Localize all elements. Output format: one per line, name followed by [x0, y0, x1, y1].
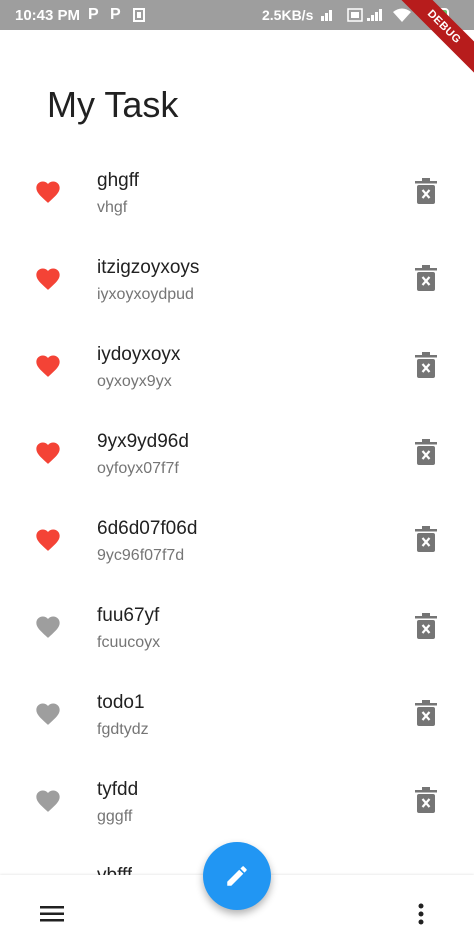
- signal-icon: [367, 9, 382, 21]
- heart-icon[interactable]: [34, 700, 62, 728]
- wifi-icon: [393, 8, 411, 22]
- task-title: ghgff: [97, 170, 139, 191]
- task-subtitle: iyxoyxoydpud: [97, 286, 194, 303]
- task-title: 9yx9yd96d: [97, 431, 189, 452]
- task-row[interactable]: 6d6d07f06d 9yc96f07f7d: [0, 498, 474, 585]
- heart-icon[interactable]: [34, 526, 62, 554]
- task-subtitle: 9yc96f07f7d: [97, 547, 185, 564]
- edit-pencil-icon: [227, 866, 247, 886]
- task-title-partial: vbfff: [97, 865, 132, 875]
- task-subtitle: fgdtydz: [97, 721, 149, 738]
- page-title: My Task: [47, 84, 179, 125]
- volte-icon: [347, 8, 363, 22]
- network-speed: 2.5KB/s: [262, 7, 314, 23]
- heart-icon[interactable]: [34, 439, 62, 467]
- task-row[interactable]: todo1 fgdtydz: [0, 672, 474, 759]
- heart-icon[interactable]: [34, 178, 62, 206]
- delete-icon[interactable]: [415, 352, 437, 378]
- delete-icon[interactable]: [415, 787, 437, 813]
- delete-icon[interactable]: [415, 700, 437, 726]
- delete-icon[interactable]: [415, 265, 437, 291]
- edit-fab-button[interactable]: [203, 842, 271, 910]
- task-row[interactable]: 9yx9yd96d oyfoyx07f7f: [0, 411, 474, 498]
- task-subtitle: vhgf: [97, 199, 128, 216]
- task-title: 6d6d07f06d: [97, 518, 198, 539]
- task-title: tyfdd: [97, 779, 139, 800]
- task-title: fuu67yf: [97, 605, 160, 626]
- task-title: itzigzoyxoys: [97, 257, 200, 278]
- task-row[interactable]: iydoyxoyx oyxoyx9yx: [0, 324, 474, 411]
- heart-icon[interactable]: [34, 787, 62, 815]
- heart-icon[interactable]: [34, 265, 62, 293]
- delete-icon[interactable]: [415, 439, 437, 465]
- notification-p-icon: P: [110, 6, 121, 23]
- menu-icon[interactable]: [40, 904, 66, 924]
- task-subtitle: oyxoyx9yx: [97, 373, 172, 390]
- task-title: todo1: [97, 692, 145, 713]
- task-row[interactable]: fuu67yf fcuucoyx: [0, 585, 474, 672]
- notification-square-icon: [133, 8, 145, 22]
- signal-4g-icon: [321, 10, 332, 21]
- task-subtitle: oyfoyx07f7f: [97, 460, 179, 477]
- more-vert-icon[interactable]: [416, 902, 426, 926]
- task-subtitle: fcuucoyx: [97, 634, 161, 651]
- task-row[interactable]: ghgff vhgf: [0, 150, 474, 237]
- delete-icon[interactable]: [415, 613, 437, 639]
- task-row[interactable]: itzigzoyxoys iyxoyxoydpud: [0, 237, 474, 324]
- task-title: iydoyxoyx: [97, 344, 181, 365]
- heart-icon[interactable]: [34, 613, 62, 641]
- status-bar: 10:43 PM P P 2.5KB/s 85 DEBUG: [0, 0, 474, 78]
- delete-icon[interactable]: [415, 178, 437, 204]
- notification-p-icon: P: [88, 6, 99, 23]
- task-subtitle: gggff: [97, 808, 133, 825]
- status-time: 10:43 PM: [15, 7, 81, 24]
- task-row[interactable]: tyfdd gggff: [0, 759, 474, 846]
- delete-icon[interactable]: [415, 526, 437, 552]
- heart-icon[interactable]: [34, 352, 62, 380]
